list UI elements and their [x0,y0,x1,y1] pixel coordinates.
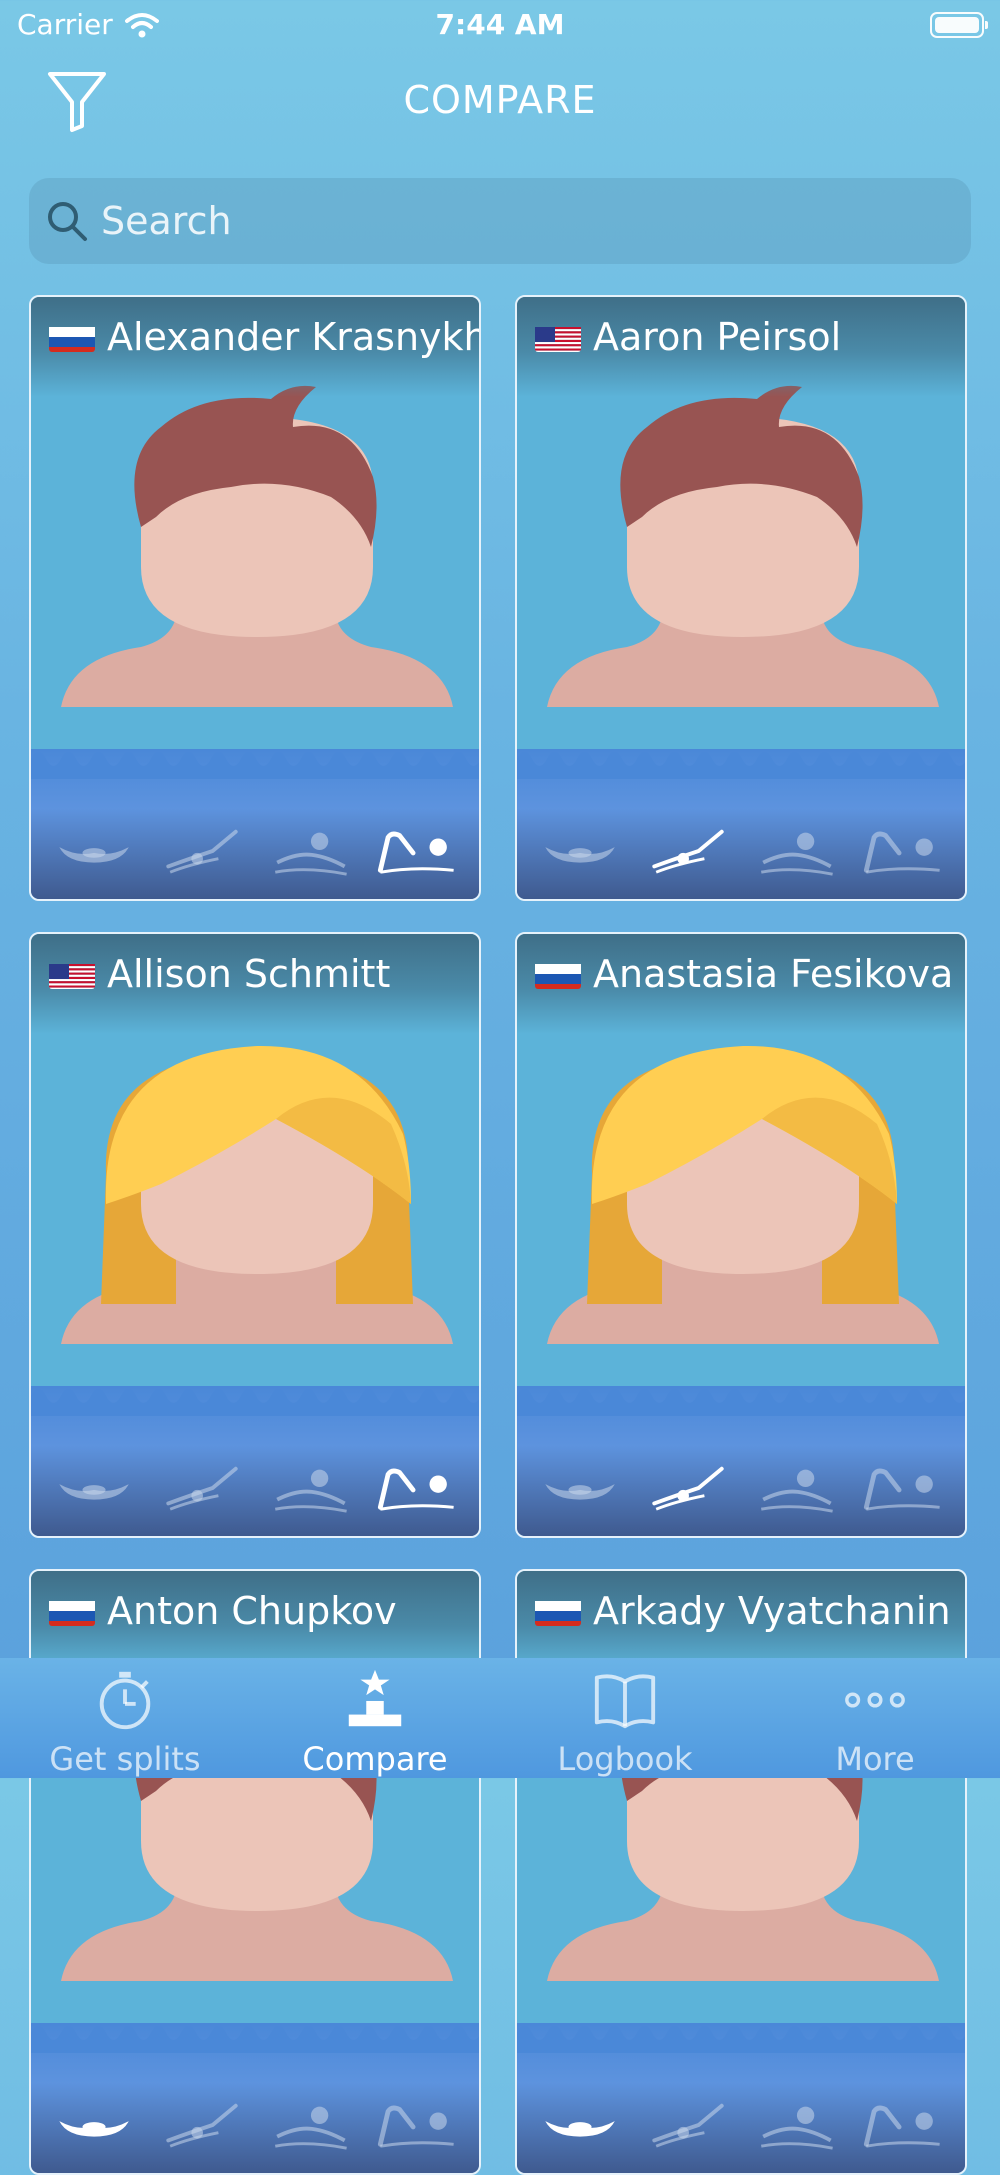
stroke-selector [517,2095,965,2155]
athlete-name: Arkady Vyatchanin [593,1589,951,1633]
tab-label: More [835,1740,915,1778]
male-avatar [61,385,453,707]
freestyle-icon[interactable] [860,824,944,878]
battery-icon [930,12,988,38]
freestyle-icon[interactable] [374,2098,458,2152]
athlete-name: Allison Schmitt [107,952,391,996]
backstroke-icon[interactable] [160,2098,244,2152]
breaststroke-icon[interactable] [753,2098,837,2152]
water-waves [517,1389,965,1416]
backstroke-icon[interactable] [646,1461,730,1515]
athlete-name: Aaron Peirsol [593,315,842,359]
athlete-card[interactable]: Alexander Krasnykh [29,295,481,901]
breaststroke-icon[interactable] [753,824,837,878]
stroke-selector [517,821,965,881]
stroke-selector [31,1458,479,1518]
russia-flag-icon [535,1596,581,1626]
male-avatar [547,385,939,707]
stroke-selector [31,2095,479,2155]
russia-flag-icon [535,959,581,989]
us-flag-icon [49,959,95,989]
butterfly-icon[interactable] [539,824,623,878]
freestyle-icon[interactable] [374,1461,458,1515]
backstroke-icon[interactable] [160,1461,244,1515]
tab-get-splits[interactable]: Get splits [0,1658,250,1778]
tab-compare[interactable]: Compare [250,1658,500,1778]
athlete-card[interactable]: Allison Schmitt [29,932,481,1538]
backstroke-icon[interactable] [646,824,730,878]
backstroke-icon[interactable] [160,824,244,878]
water-waves [517,2026,965,2053]
water-waves [517,752,965,779]
water-waves [31,752,479,779]
search-input[interactable] [99,190,971,252]
butterfly-icon[interactable] [53,2098,137,2152]
russia-flag-icon [49,1596,95,1626]
butterfly-icon[interactable] [53,1461,137,1515]
water-waves [31,1389,479,1416]
more-icon [845,1692,905,1708]
tab-label: Compare [302,1740,448,1778]
breaststroke-icon[interactable] [267,1461,351,1515]
page-title: COMPARE [403,78,597,122]
butterfly-icon[interactable] [539,2098,623,2152]
search-icon [48,202,87,241]
butterfly-icon[interactable] [53,824,137,878]
freestyle-icon[interactable] [374,824,458,878]
female-avatar [547,1045,939,1344]
breaststroke-icon[interactable] [753,1461,837,1515]
book-icon [594,1674,656,1729]
tab-label: Logbook [557,1740,693,1778]
athlete-name: Alexander Krasnykh [107,315,481,359]
status-time: 7:44 AM [435,8,565,41]
athlete-header: Arkady Vyatchanin [535,1589,951,1633]
podium-icon [348,1669,402,1727]
athlete-header: Anastasia Fesikova [535,952,953,996]
athlete-name: Anastasia Fesikova [593,952,954,996]
backstroke-icon[interactable] [646,2098,730,2152]
stroke-selector [31,821,479,881]
athlete-header: Aaron Peirsol [535,315,841,359]
athlete-header: Allison Schmitt [49,952,390,996]
status-bar: Carrier 7:44 AM [0,0,1000,50]
butterfly-icon[interactable] [539,1461,623,1515]
female-avatar [61,1045,453,1344]
stroke-selector [517,1458,965,1518]
athlete-card[interactable]: Anastasia Fesikova [515,932,967,1538]
tab-label: Get splits [49,1740,201,1778]
athlete-card[interactable]: Aaron Peirsol [515,295,967,901]
breaststroke-icon[interactable] [267,2098,351,2152]
search-bar[interactable] [29,178,971,264]
stopwatch-icon [99,1671,151,1730]
freestyle-icon[interactable] [860,2098,944,2152]
freestyle-icon[interactable] [860,1461,944,1515]
tab-bar: Get splits Compare Logbook More [0,1658,1000,1778]
athlete-header: Alexander Krasnykh [49,315,481,359]
athlete-header: Anton Chupkov [49,1589,397,1633]
tab-more[interactable]: More [750,1658,1000,1778]
russia-flag-icon [49,322,95,352]
tab-logbook[interactable]: Logbook [500,1658,750,1778]
breaststroke-icon[interactable] [267,824,351,878]
us-flag-icon [535,322,581,352]
water-waves [31,2026,479,2053]
athlete-name: Anton Chupkov [107,1589,397,1633]
